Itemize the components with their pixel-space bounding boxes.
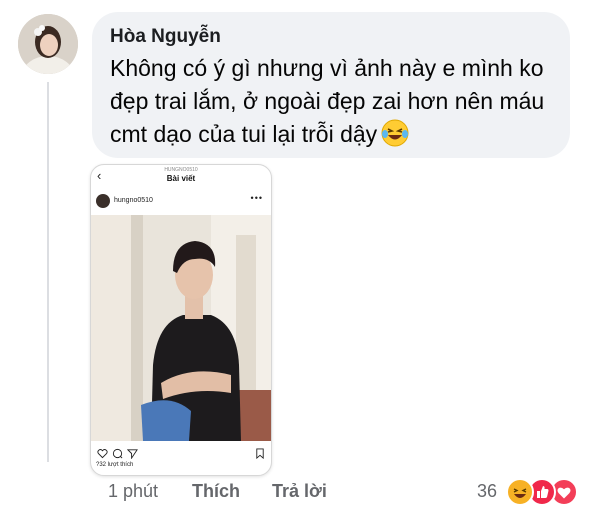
- ig-post-photo: [91, 215, 271, 441]
- comment-text: Không có ý gì nhưng vì ảnh này e mình ko…: [110, 52, 552, 156]
- ig-likes-count: ?32 lượt thích: [96, 462, 134, 468]
- reply-button[interactable]: Trả lời: [272, 481, 327, 502]
- ig-user-row: hungno0510 •••: [91, 193, 271, 211]
- ig-avatar: [96, 194, 110, 208]
- ig-header: ‹ HUNGNO0510 Bài viết: [91, 165, 271, 187]
- attached-screenshot[interactable]: ‹ HUNGNO0510 Bài viết hungno0510 ••• ?32…: [90, 164, 272, 476]
- ig-username: hungno0510: [114, 197, 153, 204]
- like-button[interactable]: Thích: [192, 481, 240, 502]
- comment-bubble: Hòa Nguyễn Không có ý gì nhưng vì ảnh nà…: [92, 12, 570, 158]
- comment-body: Không có ý gì nhưng vì ảnh này e mình ko…: [110, 55, 545, 147]
- haha-reaction-icon: [506, 478, 534, 506]
- reaction-summary[interactable]: [506, 478, 586, 506]
- bookmark-icon: [255, 446, 265, 464]
- ig-header-title: Bài viết: [166, 174, 196, 183]
- commenter-avatar[interactable]: [18, 14, 78, 74]
- more-icon: •••: [250, 193, 263, 203]
- reaction-count[interactable]: 36: [477, 481, 497, 502]
- laughing-tears-emoji-icon: [381, 119, 409, 156]
- ig-actions: [95, 446, 267, 460]
- avatar-photo: [18, 14, 78, 74]
- ig-top-username: HUNGNO0510: [164, 167, 198, 173]
- comment-timestamp[interactable]: 1 phút: [108, 481, 158, 502]
- comment-author[interactable]: Hòa Nguyễn: [110, 26, 552, 48]
- thread-line: [47, 82, 49, 462]
